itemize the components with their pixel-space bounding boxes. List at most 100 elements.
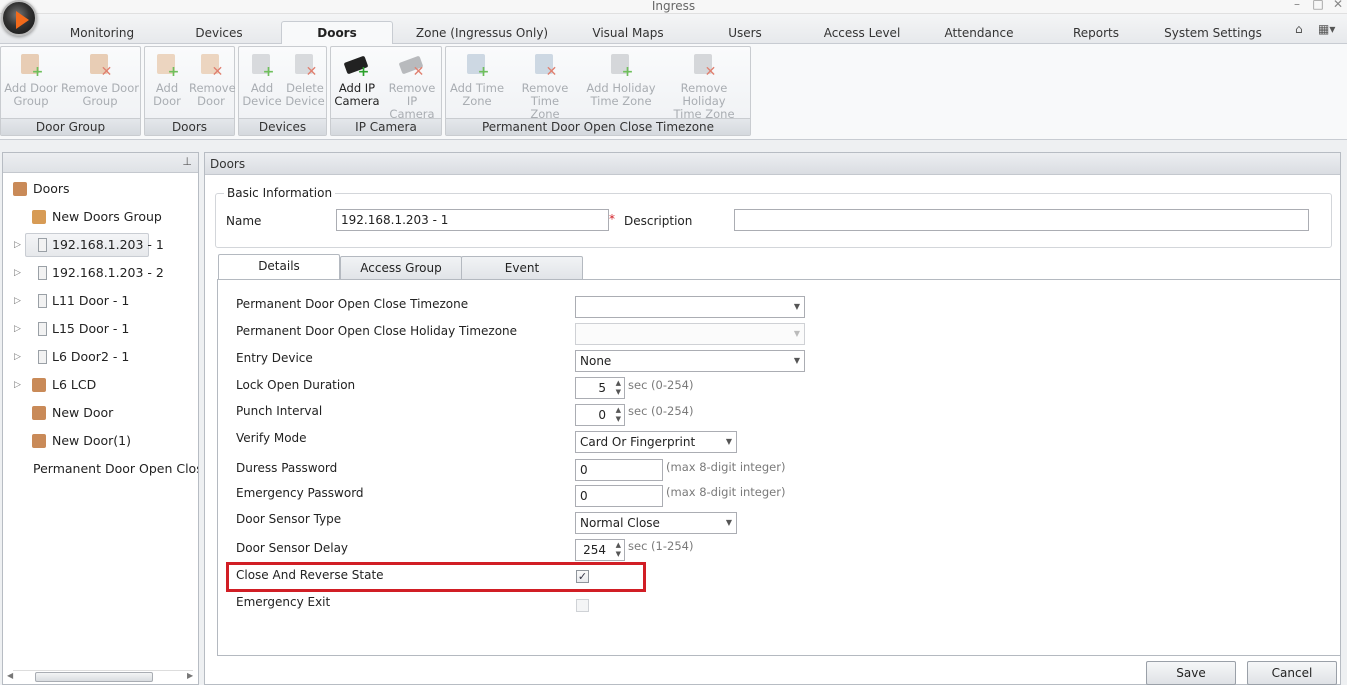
button-label: Device [242,94,282,108]
button-label: Add Holiday [586,81,656,95]
tab-monitoring[interactable]: Monitoring [62,23,142,44]
entry-device-select[interactable]: None ▼ [575,350,805,372]
lock-open-spinner[interactable]: 5 ▲ ▼ [575,377,625,399]
pane-title: Doors [205,153,1340,175]
spin-arrows-icon[interactable]: ▲ ▼ [616,406,621,424]
select-value: Normal Close [580,516,660,530]
tab-access-group[interactable]: Access Group [340,256,462,280]
tab-attendance[interactable]: Attendance [939,23,1019,44]
tab-users[interactable]: Users [717,23,773,44]
tab-reports[interactable]: Reports [1064,23,1128,44]
dropdown-arrow-icon: ▼ [725,518,732,527]
tab-zone[interactable]: Zone (Ingressus Only) [414,23,550,44]
tab-doors[interactable]: Doors [281,21,393,45]
door-group-add-icon: + [18,51,44,79]
tree-item-selected[interactable]: ▷ 192.168.1.203 - 1 [14,232,164,258]
tab-devices[interactable]: Devices [184,23,254,44]
dropdown-arrow-icon: ▼ [793,356,800,365]
emergency-password-input[interactable]: 0 [575,485,663,507]
duress-password-hint: (max 8-digit integer) [666,460,786,474]
tree-node-label: L11 Door - 1 [52,293,130,308]
door-sensor-type-select[interactable]: Normal Close ▼ [575,512,737,534]
tab-details[interactable]: Details [218,254,340,280]
close-button[interactable]: ✕ [1329,0,1347,11]
add-holiday-time-zone-button[interactable]: + Add Holiday Time Zone [584,51,658,108]
expand-arrow-icon[interactable]: ▷ [14,344,21,370]
expand-arrow-icon[interactable]: ▷ [14,232,21,258]
tree-node-label: L6 Door2 - 1 [52,349,130,364]
tree-item[interactable]: ▷ L15 Door - 1 [14,316,129,342]
scroll-left-icon[interactable]: ◀ [7,671,13,680]
required-mark: * [609,212,615,226]
tab-system-settings[interactable]: System Settings [1160,23,1266,44]
remove-holiday-time-zone-button[interactable]: ✕ Remove Holiday Time Zone [658,51,750,121]
remove-door-group-button[interactable]: ✕ Remove Door Group [61,51,139,108]
button-label: Add [250,81,274,95]
entry-device-label: Entry Device [236,351,313,365]
group-caption: Permanent Door Open Close Timezone [446,118,750,135]
minimize-button[interactable]: – [1288,0,1306,11]
perm-holiday-select[interactable]: ▼ [575,323,805,345]
tree-node-label: New Doors Group [52,209,162,224]
tree-item[interactable]: ▷ L6 LCD [14,372,96,398]
name-input[interactable]: 192.168.1.203 - 1 [336,209,609,231]
expand-arrow-icon[interactable]: ▷ [14,288,21,314]
group-caption: Doors [145,118,234,135]
tree-item[interactable]: ▷ L11 Door - 1 [14,288,130,314]
description-input[interactable] [734,209,1309,231]
dropdown-arrow-icon: ▼ [793,302,800,311]
emergency-exit-checkbox[interactable] [576,599,589,612]
button-label: Device [285,94,325,108]
pin-icon[interactable]: ⊥ [182,155,192,168]
verify-mode-select[interactable]: Card Or Fingerprint ▼ [575,431,737,453]
button-label: Add Time [449,81,505,95]
spin-arrows-icon[interactable]: ▲ ▼ [616,541,621,559]
remove-time-zone-button[interactable]: ✕ Remove Time Zone [508,51,582,121]
tree-node-label: Permanent Door Open Close Ti [33,461,198,476]
horizontal-scrollbar[interactable]: ◀ ▶ [7,670,193,682]
spin-arrows-icon[interactable]: ▲ ▼ [616,379,621,397]
ribbon-collapse-icon[interactable]: ⌂ [1295,22,1303,36]
emergency-password-label: Emergency Password [236,486,364,500]
door-sensor-delay-spinner[interactable]: 254 ▲ ▼ [575,539,625,561]
tree-item[interactable]: New Door(1) [32,428,131,454]
add-time-zone-button[interactable]: + Add Time Zone [448,51,506,108]
tree-item[interactable]: ▷ L6 Door2 - 1 [14,344,130,370]
expand-arrow-icon[interactable]: ▷ [14,260,21,286]
app-menu-orb[interactable] [1,0,37,36]
add-ip-camera-button[interactable]: + Add IP Camera [333,51,381,108]
delete-device-button[interactable]: ✕ Delete Device [284,51,326,108]
add-door-button[interactable]: + Add Door [147,51,187,108]
expand-arrow-icon[interactable]: ▷ [14,316,21,342]
tab-visual-maps[interactable]: Visual Maps [584,23,672,44]
door-remove-icon: ✕ [198,51,224,79]
expand-arrow-icon[interactable]: ▷ [14,372,21,398]
remove-door-button[interactable]: ✕ Remove Door [189,51,236,108]
save-button[interactable]: Save [1146,661,1236,685]
duress-password-input[interactable]: 0 [575,459,663,481]
scroll-thumb[interactable] [35,672,153,682]
remove-ip-camera-button[interactable]: ✕ Remove IP Camera [383,51,441,121]
tree-item[interactable]: New Door [32,400,113,426]
button-label: Add Door [4,81,58,95]
scroll-right-icon[interactable]: ▶ [187,671,193,680]
maximize-button[interactable]: □ [1309,0,1327,11]
tree-item[interactable]: ▷ 192.168.1.203 - 2 [14,260,164,286]
tree-node-label: 192.168.1.203 - 1 [52,237,164,252]
punch-interval-spinner[interactable]: 0 ▲ ▼ [575,404,625,426]
add-door-group-button[interactable]: + Add Door Group [3,51,59,108]
spinner-value: 254 [583,543,606,557]
button-label: Time Zone [590,94,652,108]
duress-password-label: Duress Password [236,461,338,475]
tab-event[interactable]: Event [461,256,583,280]
tree-item[interactable]: New Doors Group [32,204,162,230]
tree-root-doors[interactable]: Doors [13,176,70,202]
add-device-button[interactable]: + Add Device [241,51,283,108]
tree-root-timezone[interactable]: Permanent Door Open Close Ti [33,456,198,482]
perm-tz-select[interactable]: ▼ [575,296,805,318]
layout-options-icon[interactable]: ▦▾ [1318,22,1335,36]
ribbon-tab-bar: Monitoring Devices Doors Zone (Ingressus… [0,14,1347,45]
cancel-button[interactable]: Cancel [1247,661,1337,685]
tab-access-level[interactable]: Access Level [818,23,906,44]
tree-node-label: 192.168.1.203 - 2 [52,265,164,280]
